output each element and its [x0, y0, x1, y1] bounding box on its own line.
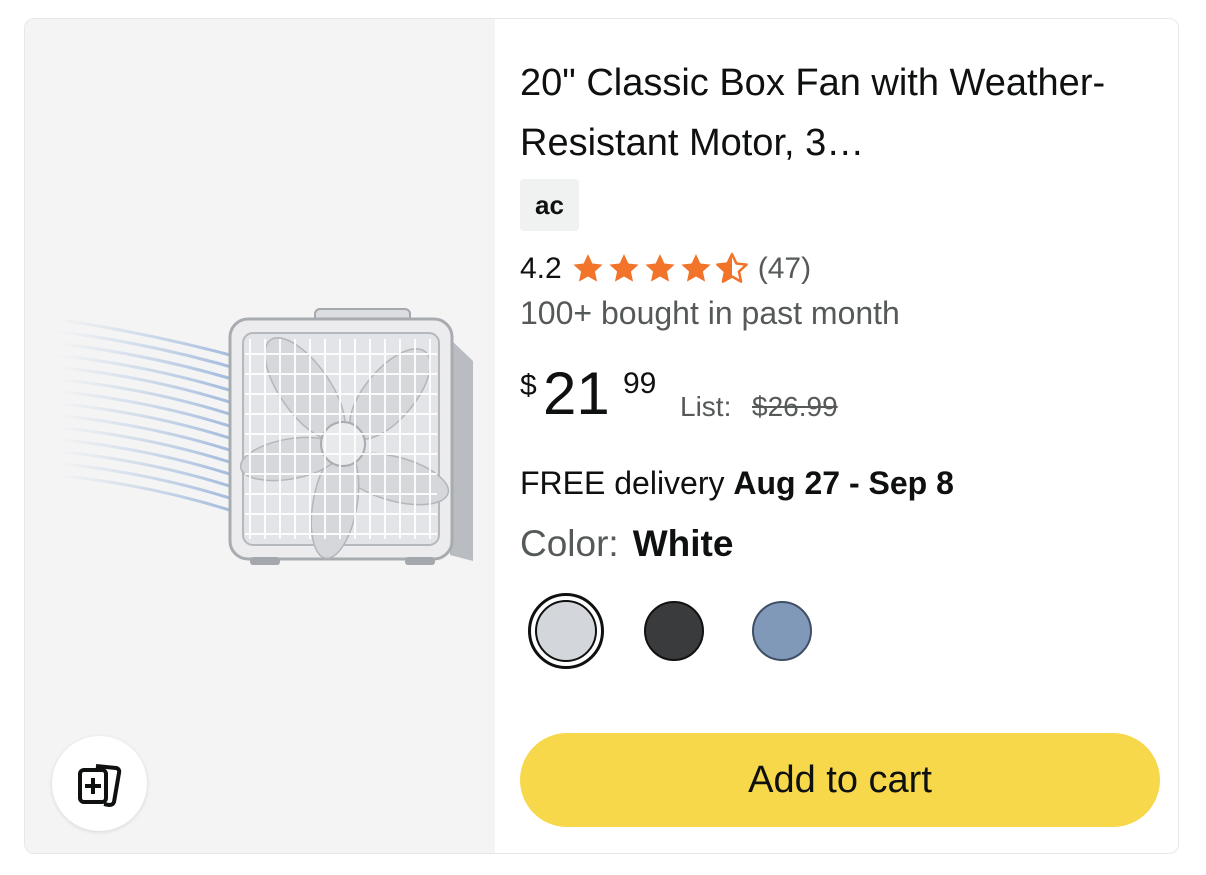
price-fraction: 99 — [623, 367, 657, 400]
swatch-blue[interactable] — [744, 593, 820, 669]
compare-icon — [77, 763, 121, 807]
half-star-icon — [715, 252, 748, 283]
rating-row[interactable]: 4.2 (47) — [520, 247, 811, 291]
swatch-white[interactable] — [528, 593, 604, 669]
compare-button[interactable] — [52, 736, 147, 831]
swatch-black-fill — [644, 601, 704, 661]
list-price-label: List: — [680, 391, 732, 422]
delivery-prefix: FREE delivery — [520, 465, 725, 501]
color-row: Color: White — [520, 523, 733, 565]
color-label: Color: — [520, 523, 619, 564]
product-card[interactable]: 20" Classic Box Fan with Weather-Resista… — [24, 18, 1179, 854]
price-symbol: $ — [520, 369, 537, 402]
star-icon — [573, 254, 603, 282]
star-icon — [609, 254, 639, 282]
delivery-dates: Aug 27 - Sep 8 — [733, 465, 954, 501]
brand-badge: ac — [520, 179, 579, 231]
product-title[interactable]: 20" Classic Box Fan with Weather-Resista… — [520, 53, 1120, 173]
price-whole: 21 — [543, 360, 610, 427]
star-icon — [681, 254, 711, 282]
product-image-panel[interactable] — [25, 19, 495, 853]
rating-value: 4.2 — [520, 252, 562, 285]
star-rating — [570, 252, 750, 286]
delivery-info: FREE delivery Aug 27 - Sep 8 — [520, 465, 954, 502]
swatch-black[interactable] — [636, 593, 712, 669]
review-count[interactable]: (47) — [758, 252, 811, 286]
product-image[interactable] — [45, 299, 475, 589]
list-price: $26.99 — [752, 391, 838, 422]
color-swatches — [528, 593, 852, 669]
add-to-cart-button[interactable]: Add to cart — [520, 733, 1160, 827]
product-info: 20" Classic Box Fan with Weather-Resista… — [520, 19, 1160, 853]
bought-in-past-month: 100+ bought in past month — [520, 295, 900, 331]
swatch-white-fill — [535, 600, 597, 662]
star-icon — [645, 254, 675, 282]
color-value: White — [632, 523, 734, 564]
swatch-blue-fill — [752, 601, 812, 661]
